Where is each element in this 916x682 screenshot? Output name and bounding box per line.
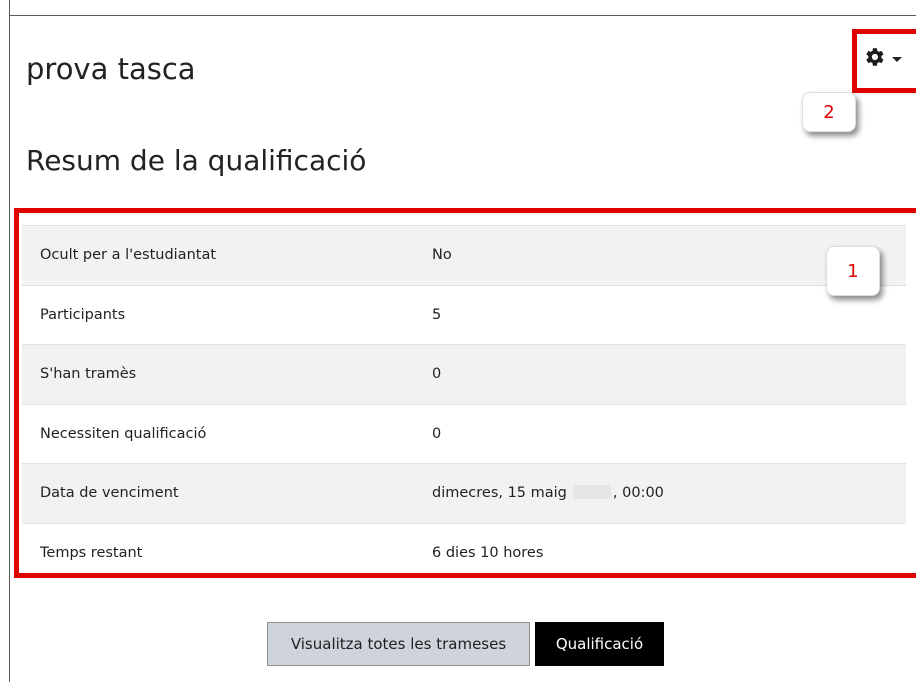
grading-summary-table: Ocult per a l'estudiantat No Participant… <box>22 225 906 583</box>
row-label: Temps restant <box>40 545 143 561</box>
callout-two: 2 <box>802 92 856 132</box>
callout-one: 1 <box>826 246 880 296</box>
view-all-submissions-button[interactable]: Visualitza totes les trameses <box>267 622 530 666</box>
grade-button[interactable]: Qualificació <box>535 622 664 666</box>
row-value: dimecres, 15 maig , 00:00 <box>414 464 906 524</box>
row-label: S'han tramès <box>40 366 137 383</box>
table-row: Participants 5 <box>22 285 906 345</box>
row-label: Data de venciment <box>40 485 179 502</box>
frame-left-border <box>9 0 10 682</box>
section-title: Resum de la qualificació <box>26 144 367 177</box>
settings-menu-button[interactable] <box>862 44 912 74</box>
due-date-text: dimecres, 15 maig <box>432 485 567 502</box>
table-row: S'han tramès 0 <box>22 344 906 404</box>
row-value: 0 <box>432 366 442 383</box>
row-value: 0 <box>432 425 442 442</box>
table-row: Temps restant 6 dies 10 hores <box>22 523 906 583</box>
row-label: Ocult per a l'estudiantat <box>40 247 217 264</box>
table-row: Data de venciment dimecres, 15 maig , 00:… <box>22 463 906 524</box>
table-row: Necessiten qualificació 0 <box>22 404 906 464</box>
table-row: Ocult per a l'estudiantat No <box>22 225 906 285</box>
row-value: 6 dies 10 hores <box>432 545 544 561</box>
chevron-down-icon <box>892 56 902 62</box>
row-label: Necessiten qualificació <box>40 425 207 442</box>
redacted-year <box>572 485 611 500</box>
page-title: prova tasca <box>26 52 196 86</box>
gear-icon <box>862 45 886 73</box>
frame-top-border <box>9 15 916 16</box>
row-label: Participants <box>40 306 126 323</box>
due-time-text: , 00:00 <box>612 485 664 502</box>
